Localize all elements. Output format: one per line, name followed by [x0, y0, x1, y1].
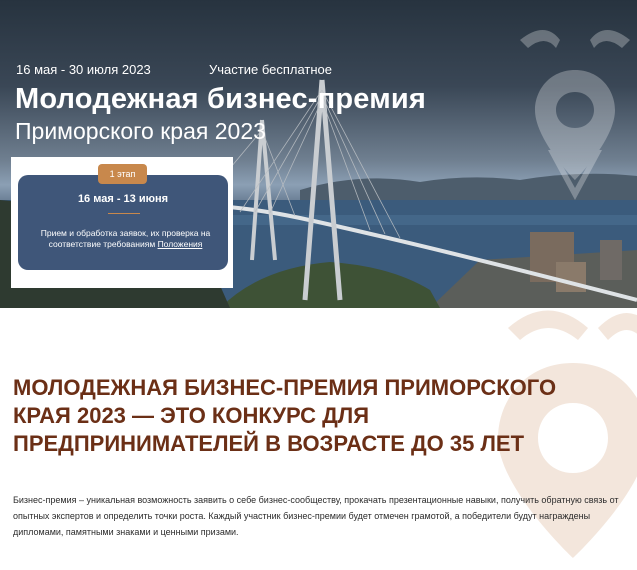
- event-dates: 16 мая - 30 июля 2023: [16, 62, 151, 77]
- stage-divider: [108, 213, 140, 214]
- section-body: Бизнес-премия – уникальная возможность з…: [13, 495, 619, 537]
- stage-dates: 16 мая - 13 июня: [77, 193, 169, 205]
- regulations-link[interactable]: Положения: [158, 239, 203, 249]
- stage-description: Прием и обработка заявок, их проверка на…: [28, 228, 223, 250]
- participation-free: Участие бесплатное: [209, 62, 333, 77]
- stage-badge: 1 этап: [98, 164, 147, 184]
- hero-subtitle: Приморского края 2023: [15, 118, 266, 144]
- stage-card: 16 мая - 13 июня Прием и обработка заяво…: [18, 175, 228, 270]
- hero-title: Молодежная бизнес-премия: [15, 83, 427, 115]
- section-headline: Молодежная бизнес-премия Приморского кра…: [13, 375, 557, 456]
